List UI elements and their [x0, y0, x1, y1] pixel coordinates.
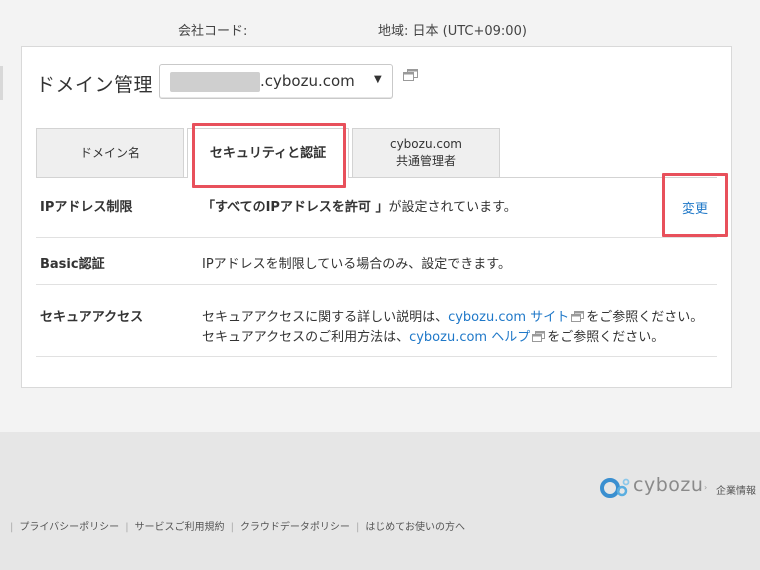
cloud-data-policy-link[interactable]: クラウドデータポリシー	[240, 522, 350, 533]
ip-restriction-suffix: が設定されています。	[388, 200, 517, 215]
tab-domain-name[interactable]: ドメイン名	[36, 128, 184, 177]
open-window-icon[interactable]	[571, 311, 585, 322]
cybozu-help-link[interactable]: cybozu.com ヘルプ	[409, 330, 530, 345]
first-time-users-link[interactable]: はじめてお使いの方へ	[365, 522, 465, 533]
tab-underline	[36, 177, 717, 178]
basic-auth-value: IPアドレスを制限している場合のみ、設定できます。	[202, 257, 511, 272]
tab-common-admin[interactable]: cybozu.com 共通管理者	[352, 128, 500, 177]
footer-links: | プライバシーポリシー | サービスご利用規約 | クラウドデータポリシー | はじめてお使…	[4, 518, 465, 533]
chevron-down-icon: ▼	[374, 74, 382, 85]
row-divider	[36, 284, 717, 285]
corporate-info-link[interactable]: 企業情報	[716, 482, 756, 497]
secure-access-line2: セキュアアクセスのご利用方法は、cybozu.com ヘルプ をご参照ください。	[202, 326, 664, 345]
secure-access-line1-prefix: セキュアアクセスに関する詳しい説明は、	[202, 310, 449, 325]
secure-access-line1-suffix: をご参照ください。	[586, 310, 704, 325]
left-edge-marker	[0, 66, 3, 100]
secure-access-line1: セキュアアクセスに関する詳しい説明は、cybozu.com サイト をご参照くださ…	[202, 306, 703, 325]
region-label: 地域: 日本 (UTC+09:00)	[378, 24, 527, 39]
secure-access-label: セキュアアクセス	[40, 310, 144, 325]
cybozu-site-link[interactable]: cybozu.com サイト	[448, 310, 569, 325]
secure-access-line2-prefix: セキュアアクセスのご利用方法は、	[202, 330, 410, 345]
open-window-icon[interactable]	[532, 331, 546, 342]
footer-divider: |	[230, 522, 234, 533]
page-title: ドメイン管理	[36, 74, 154, 96]
domain-redacted-part	[170, 72, 260, 92]
tab-common-admin-line1: cybozu.com	[389, 137, 462, 151]
footer-divider: |	[355, 522, 360, 533]
highlight-box-security-tab	[192, 123, 346, 188]
domain-select-value: .cybozu.com	[260, 72, 355, 90]
footer-divider: |	[10, 522, 14, 533]
company-code-label: 会社コード:	[178, 24, 248, 39]
tab-domain-name-label: ドメイン名	[79, 145, 140, 160]
ip-restriction-setting: 「すべてのIPアドレスを許可 」	[202, 200, 389, 215]
open-window-icon[interactable]	[403, 69, 418, 81]
ip-restriction-value: 「すべてのIPアドレスを許可 」が設定されています。	[202, 196, 517, 215]
tab-common-admin-line2: 共通管理者	[395, 154, 456, 168]
privacy-policy-link[interactable]: プライバシーポリシー	[19, 522, 119, 533]
footer	[0, 432, 760, 570]
footer-divider: |	[125, 522, 129, 533]
basic-auth-label: Basic認証	[40, 257, 105, 272]
secure-access-line2-suffix: をご参照ください。	[547, 330, 665, 345]
ip-restriction-label: IPアドレス制限	[40, 200, 133, 215]
terms-of-service-link[interactable]: サービスご利用規約	[135, 522, 225, 533]
row-divider	[36, 356, 717, 357]
footer-brand: cybozu	[633, 474, 704, 496]
row-divider	[36, 237, 717, 238]
cybozu-logo-icon	[600, 478, 630, 498]
highlight-box-change-link	[662, 173, 728, 237]
footer-chevron-icon: ›	[704, 483, 708, 492]
tab-common-admin-label: cybozu.com 共通管理者	[390, 136, 462, 170]
